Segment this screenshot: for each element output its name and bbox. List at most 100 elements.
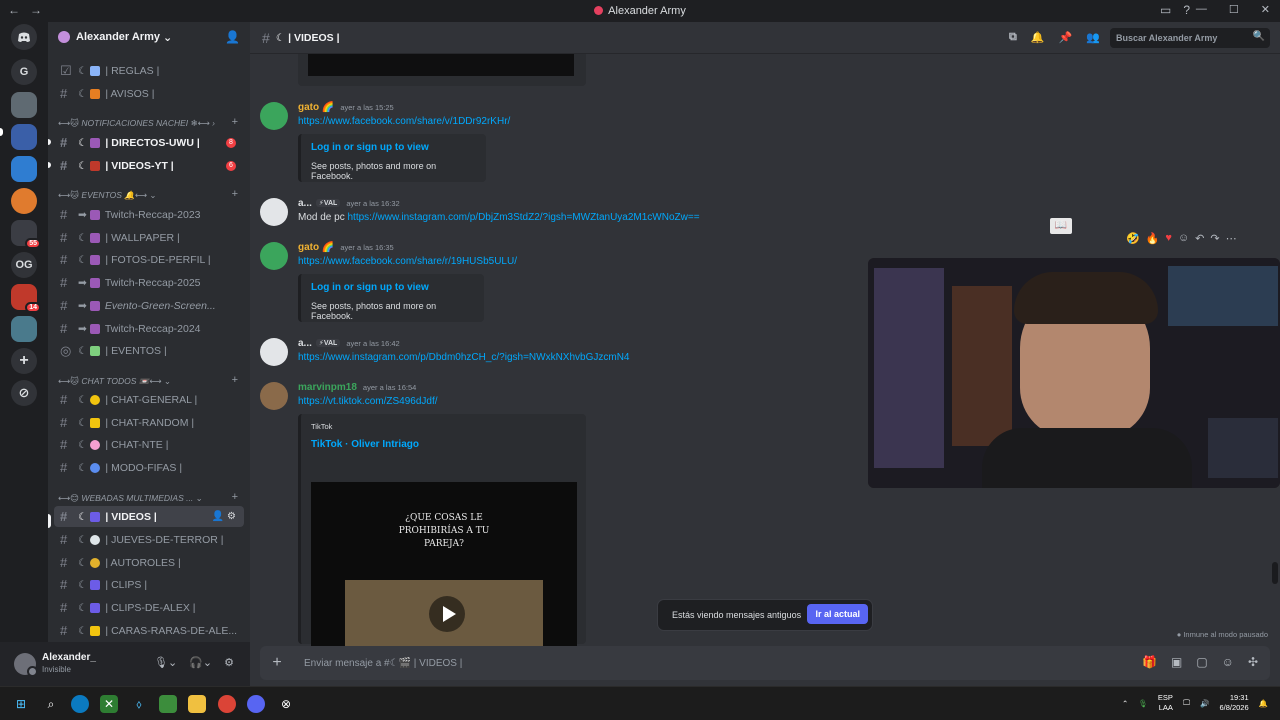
channel-clips[interactable]: # ☾ | CLIPS | [54,574,244,595]
username[interactable]: Alexander_ [42,652,96,664]
clock[interactable]: 19:31 6/8/2026 [1219,693,1248,713]
help-icon[interactable]: ? [1183,3,1190,17]
channel-chat-general[interactable]: # ☾ | CHAT-GENERAL | [54,389,244,410]
discover-icon[interactable]: ⊘ [11,380,37,406]
search-icon[interactable]: ⌕ [42,695,60,713]
discord-taskbar-icon[interactable] [247,695,265,713]
server-icon-3[interactable] [11,156,37,182]
channel-jueves-de-terror[interactable]: # ☾ | JUEVES-DE-TERROR | [54,529,244,550]
channel-caras-raras[interactable]: # ☾ | CARAS-RARAS-DE-ALE... [54,620,244,641]
gift-icon[interactable]: 🎁 [1142,655,1157,669]
embed-title[interactable]: TikTok · Oliver Intriago [311,439,576,450]
add-channel-icon[interactable]: + [232,116,238,128]
add-channel-icon[interactable]: + [232,491,238,503]
pin-icon[interactable]: 📌 [1059,31,1073,44]
emoji-icon[interactable]: ☺ [1222,655,1234,669]
more-icon[interactable]: ⋯ [1226,232,1237,245]
author-name[interactable]: a... [298,198,312,209]
author-name[interactable]: a... [298,338,312,349]
channel-avisos[interactable]: # ☾ | AVISOS | [54,83,244,104]
forward-icon[interactable]: ↷ [1210,232,1219,245]
channel-videos[interactable]: # ☾ | VIDEOS | 👤 ⚙ [54,506,244,527]
video-thumbnail[interactable]: ¿QUE COSAS LE PROHIBIRÍAS A TU PAREJA? [311,482,577,646]
language-indicator[interactable]: ESP LAA [1158,693,1173,713]
channel-twitch-reccap-2023[interactable]: # ➡ Twitch-Reccap-2023 [54,204,244,225]
category-webadas[interactable]: ⟷😊 WEBADAS MULTIMEDIAS ... ⌄ + [58,491,242,504]
scrollbar[interactable] [1272,562,1278,584]
channel-fotos-de-perfil[interactable]: # ☾ | FOTOS-DE-PERFIL | [54,249,244,270]
category-chat-todos[interactable]: ⟷🐱 CHAT TODOS 📼⟷ ⌄ + [58,374,242,387]
members-icon[interactable]: 👥 [1086,31,1100,44]
book-icon[interactable]: 📖 [1050,218,1072,234]
message-link[interactable]: https://www.instagram.com/p/DbjZm3StdZ2/… [347,212,699,223]
category-eventos[interactable]: ⟷🐱 EVENTOS 🔔⟷ ⌄ + [58,188,242,201]
add-server-icon[interactable]: + [11,348,37,374]
server-icon-2[interactable] [11,124,37,150]
attach-icon[interactable]: + [268,654,286,672]
discord-home-icon[interactable] [11,24,37,50]
sticker-icon[interactable]: ▢ [1196,655,1207,669]
threads-icon[interactable]: ⧉ [1009,31,1017,44]
microphone-icon[interactable]: 🎙⌄ [154,656,177,669]
channel-videos-yt[interactable]: # ☾ | VIDEOS-YT | 6 [54,155,244,176]
author-name[interactable]: gato [298,242,319,253]
author-name[interactable]: gato [298,102,319,113]
avatar[interactable] [14,653,38,677]
channel-autoroles[interactable]: # ☾ | AUTOROLES | [54,552,244,573]
app-icon[interactable] [159,695,177,713]
edge-icon[interactable] [71,695,89,713]
add-channel-icon[interactable]: + [232,374,238,386]
invite-icon[interactable]: 👤 [225,30,240,44]
message-link[interactable]: https://www.instagram.com/p/Dbdm0hzCH_c/… [298,352,630,363]
channel-directos-uwu[interactable]: # ☾ | DIRECTOS-UWU | 8 [54,132,244,153]
close-button[interactable]: ✕ [1261,3,1270,16]
channel-eventos[interactable]: ◎ ☾ | EVENTOS | [54,340,244,361]
server-g[interactable]: G [11,59,37,85]
chrome-icon[interactable] [218,695,236,713]
server-icon-4[interactable] [11,188,37,214]
search-input[interactable]: Buscar Alexander Army 🔍 [1110,28,1270,48]
reaction-laugh-icon[interactable]: 🤣 [1126,232,1140,245]
add-channel-icon[interactable]: + [232,188,238,200]
apps-icon[interactable]: ✣ [1248,655,1258,669]
channel-chat-nte[interactable]: # ☾ | CHAT-NTE | [54,434,244,455]
headphones-icon[interactable]: 🎧⌄ [189,656,212,669]
avatar[interactable] [260,242,288,270]
channel-reglas[interactable]: ☑ ☾ | REGLAS | [54,60,244,81]
channel-twitch-reccap-2025[interactable]: # ➡ Twitch-Reccap-2025 [54,272,244,293]
channel-chat-random[interactable]: # ☾ | CHAT-RANDOM | [54,412,244,433]
gif-icon[interactable]: ▣ [1171,655,1182,669]
server-icon-5[interactable]: 55 [11,220,41,249]
notification-icon[interactable]: 🔔 [1259,699,1268,708]
message-link[interactable]: https://www.facebook.com/share/v/1DDr92r… [298,116,510,127]
bell-icon[interactable]: 🔔 [1031,31,1045,44]
windows-start-icon[interactable]: ⊞ [12,695,30,713]
channel-settings-icon[interactable]: 👤 ⚙ [212,511,236,522]
file-explorer-icon[interactable] [188,695,206,713]
app-icon[interactable]: ⊗ [277,695,295,713]
channel-wallpaper[interactable]: # ☾ | WALLPAPER | [54,227,244,248]
category-notificaciones[interactable]: ⟷🐱 NOTIFICACIONES NACHEI ❄⟷ › + [58,116,242,129]
gear-icon[interactable]: ⚙ [224,656,234,669]
server-icon-1[interactable] [11,92,37,118]
message-composer[interactable]: + Enviar mensaje a #☾🎬 | VIDEOS | 🎁 ▣ ▢ … [260,646,1270,680]
xbox-icon[interactable]: ✕ [100,695,118,713]
chevron-up-icon[interactable]: ⌃ [1122,699,1128,708]
reaction-heart-icon[interactable]: ♥ [1165,232,1172,245]
avatar[interactable] [260,382,288,410]
jump-to-present-button[interactable]: Ir al actual [807,604,868,624]
embed-title[interactable]: Log in or sign up to view [311,282,474,293]
server-header[interactable]: Alexander Army ⌄ 👤 [48,22,250,52]
channel-clips-de-alex[interactable]: # ☾ | CLIPS-DE-ALEX | [54,597,244,618]
server-icon-6[interactable]: 14 [11,284,41,313]
author-name[interactable]: marvinpm18 [298,382,357,393]
embed-title[interactable]: Log in or sign up to view [311,142,476,153]
inbox-icon[interactable]: ▭ [1160,3,1171,17]
reply-icon[interactable]: ↶ [1195,232,1204,245]
microphone-icon[interactable]: 🎙 [1138,699,1148,708]
minimize-button[interactable]: — [1196,3,1207,16]
message-link[interactable]: https://vt.tiktok.com/ZS496dJdf/ [298,396,438,407]
add-reaction-icon[interactable]: ☺ [1178,232,1189,245]
channel-evento-green-screen[interactable]: # ➡ Evento-Green-Screen... [54,295,244,316]
channel-twitch-reccap-2024[interactable]: # ➡ Twitch-Reccap-2024 [54,318,244,339]
